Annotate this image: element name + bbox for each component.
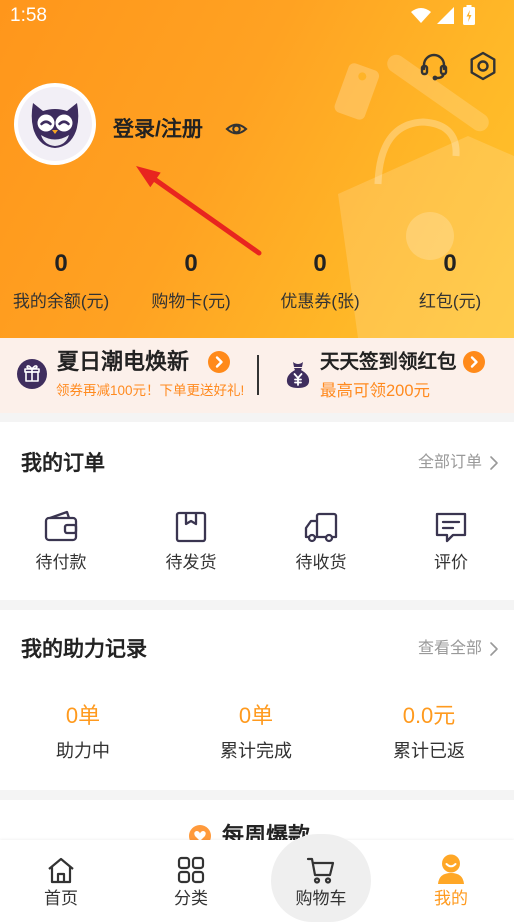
stat-value: 0 <box>313 250 327 277</box>
stat-balance[interactable]: 0 我的余额(元) <box>0 0 122 338</box>
order-pending-shipment[interactable]: 待发货 <box>131 507 251 587</box>
chevron-right-icon <box>489 455 499 471</box>
heart-icon <box>189 825 211 840</box>
money-bag-icon <box>282 358 314 390</box>
promo-subtitle: 领券再减100元！下单更送好礼! <box>56 383 245 398</box>
app-screen: 1:58 登录/注册 0 我的余额(元) 0 购物卡(元) 0 优惠券(张) 0… <box>0 0 514 922</box>
orders-card: 我的订单 全部订单 待付款 待发货 待收货 评价 <box>0 422 514 600</box>
stat-label: 红包(元) <box>418 292 482 311</box>
promo-strip: 夏日潮电焕新 领券再减100元！下单更送好礼! 天天签到领红包 最高可领200元 <box>0 338 514 413</box>
assist-value: 0.0元 <box>402 703 456 728</box>
all-orders-label: 全部订单 <box>418 454 483 471</box>
stat-label: 我的余额(元) <box>12 292 110 311</box>
all-orders-link[interactable]: 全部订单 <box>418 452 508 476</box>
stat-value: 0 <box>184 250 198 277</box>
stat-value: 0 <box>54 250 68 277</box>
assist-completed[interactable]: 0单 累计完成 <box>186 702 326 772</box>
view-all-link[interactable]: 查看全部 <box>418 638 508 662</box>
assist-label: 累计完成 <box>220 741 292 761</box>
order-label: 待付款 <box>35 553 87 572</box>
view-all-label: 查看全部 <box>418 640 483 657</box>
assist-label: 助力中 <box>56 741 110 761</box>
stat-label: 优惠券(张) <box>280 292 360 311</box>
grid-icon <box>175 854 207 886</box>
wallet-icon <box>41 507 81 547</box>
bottom-tab-bar: 首页 分类 购物车 我的 <box>0 834 514 922</box>
package-icon <box>171 507 211 547</box>
assist-label: 累计已返 <box>393 741 465 761</box>
tab-mine[interactable]: 我的 <box>391 840 511 922</box>
comment-icon <box>431 507 471 547</box>
order-review[interactable]: 评价 <box>391 507 511 587</box>
profile-header: 1:58 登录/注册 0 我的余额(元) 0 购物卡(元) 0 优惠券(张) 0… <box>0 0 514 338</box>
order-label: 待收货 <box>295 553 347 572</box>
weekly-title: 每周爆款 <box>222 823 311 840</box>
promo-title: 夏日潮电焕新 <box>57 349 190 374</box>
stat-red-packets[interactable]: 0 红包(元) <box>389 0 511 338</box>
person-icon <box>435 853 467 885</box>
tab-label: 分类 <box>174 889 208 908</box>
order-pending-payment[interactable]: 待付款 <box>1 507 121 587</box>
promo-subtitle: 最高可领200元 <box>320 382 431 400</box>
chevron-right-icon <box>489 641 499 657</box>
summer-sale-banner[interactable]: 夏日潮电焕新 领券再减100元！下单更送好礼! <box>0 338 256 413</box>
promo-title: 天天签到领红包 <box>320 351 457 373</box>
assist-returned[interactable]: 0.0元 累计已返 <box>359 702 499 772</box>
assist-records-card: 我的助力记录 查看全部 0单 助力中 0单 累计完成 0.0元 累计已返 <box>0 610 514 790</box>
cart-icon <box>305 854 337 886</box>
tab-label: 首页 <box>44 889 78 908</box>
assist-value: 0单 <box>65 703 101 728</box>
tab-home[interactable]: 首页 <box>1 840 121 922</box>
stat-coupons[interactable]: 0 优惠券(张) <box>259 0 381 338</box>
stat-label: 购物卡(元) <box>151 292 231 311</box>
assist-title: 我的助力记录 <box>21 638 147 661</box>
order-label: 待发货 <box>165 553 217 572</box>
stat-shopping-card[interactable]: 0 购物卡(元) <box>130 0 252 338</box>
assist-in-progress[interactable]: 0单 助力中 <box>13 702 153 772</box>
daily-checkin-banner[interactable]: 天天签到领红包 最高可领200元 <box>260 338 514 413</box>
assist-value: 0单 <box>238 703 274 728</box>
weekly-hot-section: 每周爆款 <box>0 800 514 840</box>
tab-cart[interactable]: 购物车 <box>261 840 381 922</box>
tab-label: 购物车 <box>295 889 347 908</box>
order-label: 评价 <box>434 553 468 572</box>
home-icon <box>45 854 77 886</box>
gift-icon <box>17 359 47 389</box>
arrow-right-circle-icon <box>208 351 230 373</box>
stat-value: 0 <box>443 250 457 277</box>
orders-title: 我的订单 <box>21 452 105 475</box>
truck-icon <box>301 507 341 547</box>
tab-label: 我的 <box>434 889 468 908</box>
promo-divider <box>257 355 259 395</box>
arrow-right-circle-icon <box>463 351 485 373</box>
tab-category[interactable]: 分类 <box>131 840 251 922</box>
order-pending-receipt[interactable]: 待收货 <box>261 507 381 587</box>
